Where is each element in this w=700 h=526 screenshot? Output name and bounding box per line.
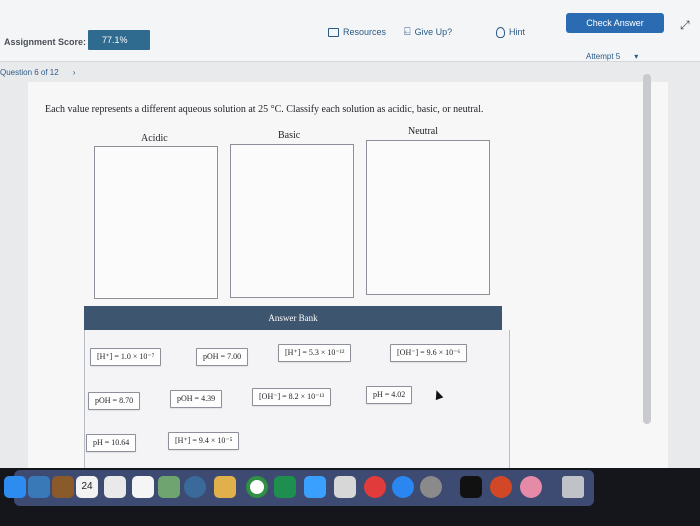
finder-icon[interactable]	[4, 476, 26, 498]
page-scrollbar[interactable]	[643, 74, 651, 424]
question-navigator[interactable]: Question 6 of 12 ›	[0, 68, 75, 77]
notes-icon[interactable]	[52, 476, 74, 498]
system-preferences-icon[interactable]	[420, 476, 442, 498]
giveup-label: Give Up?	[414, 27, 453, 37]
photos-icon[interactable]	[28, 476, 50, 498]
book-icon	[328, 27, 339, 37]
flashcards-icon[interactable]	[460, 476, 482, 498]
photobooth-icon[interactable]	[158, 476, 180, 498]
giveup-button[interactable]: ⍇ Give Up?	[404, 22, 452, 42]
question-label: Question 6 of 12	[0, 68, 59, 77]
itunes-icon[interactable]	[520, 476, 542, 498]
bin-title-acidic: Acidic	[141, 133, 168, 144]
bin-neutral[interactable]	[366, 140, 490, 295]
appstore-icon[interactable]	[392, 476, 414, 498]
answer-tile[interactable]: pOH = 4.39	[170, 390, 223, 408]
bin-acidic[interactable]	[94, 146, 218, 299]
cursor-tool-icon[interactable]	[334, 476, 356, 498]
hint-button[interactable]: Hint	[496, 22, 525, 42]
numbers-icon[interactable]	[274, 476, 296, 498]
bin-title-neutral: Neutral	[408, 126, 438, 137]
answer-tile[interactable]: [OH⁻] = 8.2 × 10⁻¹³	[252, 388, 332, 406]
answer-tile[interactable]: [OH⁻] = 9.6 × 10⁻⁶	[390, 344, 468, 362]
notes-icon[interactable]	[132, 476, 154, 498]
messages-icon[interactable]	[304, 476, 326, 498]
chrome-icon[interactable]	[246, 476, 268, 498]
trash-icon[interactable]	[562, 476, 584, 498]
bin-basic[interactable]	[230, 144, 354, 298]
calendar-icon[interactable]: 24	[76, 476, 98, 498]
answer-tile[interactable]: pOH = 7.00	[196, 348, 249, 366]
answer-tile[interactable]: [H⁺] = 9.4 × 10⁻⁵	[168, 432, 240, 450]
answer-tile[interactable]: pH = 10.64	[86, 434, 137, 452]
question-panel: Each value represents a different aqueou…	[28, 82, 668, 468]
score-label: Assignment Score:	[4, 37, 87, 47]
news-icon[interactable]	[364, 476, 386, 498]
attempt-selector[interactable]: Attempt 5 ▾	[586, 52, 638, 61]
reminders-icon[interactable]	[104, 476, 126, 498]
answer-bank-header: Answer Bank	[84, 306, 502, 330]
attempt-label: Attempt 5	[586, 52, 621, 61]
hint-label: Hint	[509, 27, 526, 37]
chevron-down-icon: ▾	[634, 52, 639, 61]
resources-label: Resources	[343, 27, 387, 37]
question-prompt: Each value represents a different aqueou…	[45, 104, 484, 115]
answer-tile[interactable]: [H⁺] = 1.0 × 10⁻⁷	[90, 348, 162, 366]
answer-tile[interactable]: pH = 4.02	[366, 386, 413, 404]
check-answer-button[interactable]: Check Answer	[566, 13, 664, 33]
score-badge: 77.1%	[88, 30, 150, 50]
lightbulb-icon	[496, 26, 505, 38]
answer-tile[interactable]: [H⁺] = 5.3 × 10⁻¹²	[278, 344, 352, 362]
browser-screen: Assignment Score: 77.1% Resources ⍇ Give…	[0, 0, 700, 468]
gamecenter-icon[interactable]	[184, 476, 206, 498]
assignment-header: Assignment Score: 77.1% Resources ⍇ Give…	[0, 0, 700, 62]
chevron-right-icon: ›	[72, 68, 76, 77]
powerpoint-icon[interactable]	[490, 476, 512, 498]
expand-icon[interactable]: ⤢	[680, 18, 690, 33]
preview-icon[interactable]	[214, 476, 236, 498]
bin-title-basic: Basic	[278, 130, 301, 141]
give-up-icon: ⍇	[404, 25, 411, 38]
answer-tile[interactable]: pOH = 8.70	[88, 392, 141, 410]
resources-button[interactable]: Resources	[328, 22, 386, 42]
